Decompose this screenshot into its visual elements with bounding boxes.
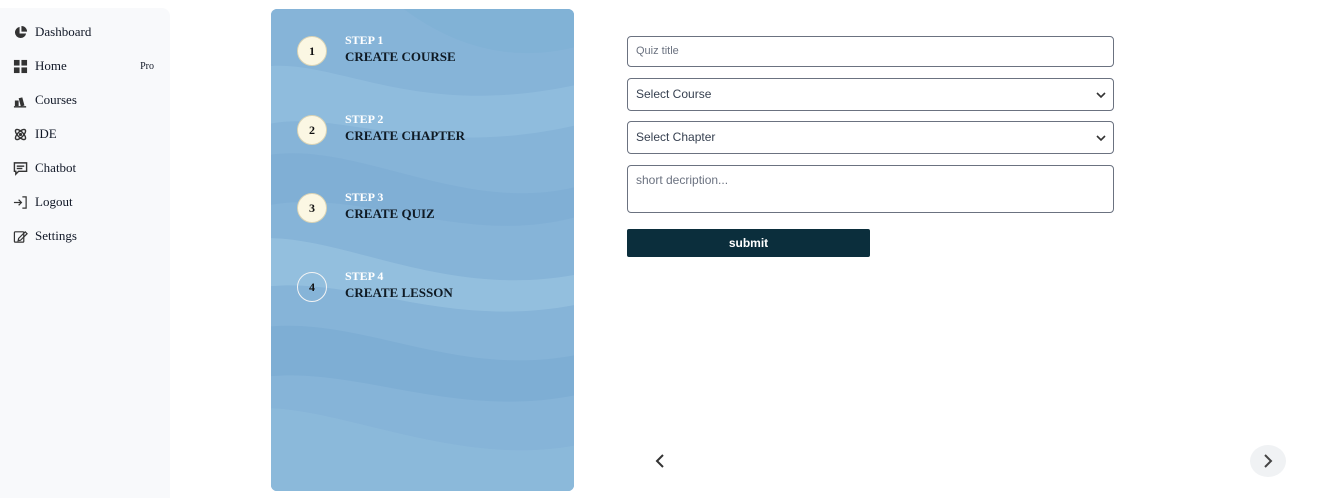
- logout-icon: [12, 194, 28, 210]
- sidebar-item-label: Settings: [35, 228, 77, 243]
- step-1: 1 STEP 1 CREATE COURSE: [297, 33, 456, 66]
- sidebar-item-courses[interactable]: Courses: [12, 89, 158, 111]
- step-number: 3: [297, 193, 327, 223]
- step-label: STEP 2: [345, 112, 384, 126]
- sidebar-item-label: Logout: [35, 194, 73, 209]
- sidebar-item-label: Dashboard: [35, 24, 92, 39]
- sidebar-item-label: IDE: [35, 126, 57, 141]
- step-label: STEP 4: [345, 269, 384, 283]
- sidebar-item-dashboard[interactable]: Dashboard: [12, 21, 158, 43]
- settings-icon: [12, 228, 28, 244]
- sidebar-item-label: Courses: [35, 92, 77, 107]
- step-title: CREATE QUIZ: [345, 206, 435, 221]
- steps-panel: 1 STEP 1 CREATE COURSE 2 STEP 2 CREATE C…: [271, 9, 574, 491]
- atom-icon: [12, 126, 28, 142]
- chevron-down-icon: [1096, 135, 1106, 142]
- chapter-select-value: Select Chapter: [636, 130, 716, 144]
- sidebar-item-label: Home: [35, 58, 67, 73]
- quiz-title-input[interactable]: Quiz title: [627, 36, 1114, 67]
- course-select[interactable]: Select Course: [627, 78, 1114, 111]
- step-title: CREATE CHAPTER: [345, 128, 466, 143]
- pro-badge: Pro: [140, 60, 154, 72]
- sidebar-item-settings[interactable]: Settings: [12, 225, 158, 247]
- submit-button[interactable]: submit: [627, 229, 870, 257]
- step-label: STEP 3: [345, 190, 384, 204]
- chevron-down-icon: [1096, 92, 1106, 99]
- sidebar-item-label: Chatbot: [35, 160, 77, 175]
- pie-chart-icon: [12, 24, 28, 40]
- description-textarea[interactable]: short decription...: [627, 165, 1114, 213]
- step-number: 2: [297, 115, 327, 145]
- wave-background: [271, 9, 574, 491]
- next-button[interactable]: [1250, 445, 1286, 477]
- chevron-right-icon: [1264, 454, 1273, 468]
- sidebar-item-home[interactable]: Home Pro: [12, 55, 158, 77]
- chapter-select[interactable]: Select Chapter: [627, 121, 1114, 154]
- step-4: 4 STEP 4 CREATE LESSON: [297, 269, 453, 302]
- step-label: STEP 1: [345, 33, 384, 47]
- course-select-value: Select Course: [636, 87, 712, 101]
- step-number: 1: [297, 36, 327, 66]
- step-title: CREATE LESSON: [345, 285, 453, 300]
- chat-icon: [12, 160, 28, 176]
- sidebar-item-ide[interactable]: IDE: [12, 123, 158, 145]
- step-title: CREATE COURSE: [345, 49, 456, 64]
- sidebar-item-chatbot[interactable]: Chatbot: [12, 157, 158, 179]
- sidebar-item-logout[interactable]: Logout: [12, 191, 158, 213]
- chevron-left-icon: [655, 454, 664, 468]
- step-2: 2 STEP 2 CREATE CHAPTER: [297, 112, 466, 145]
- courses-icon: [12, 92, 28, 108]
- step-number: 4: [297, 272, 327, 302]
- previous-button[interactable]: [642, 445, 678, 477]
- sidebar: Dashboard Home Pro Courses IDE Chatbot L…: [0, 8, 170, 498]
- grid-icon: [12, 58, 28, 74]
- step-3: 3 STEP 3 CREATE QUIZ: [297, 190, 435, 223]
